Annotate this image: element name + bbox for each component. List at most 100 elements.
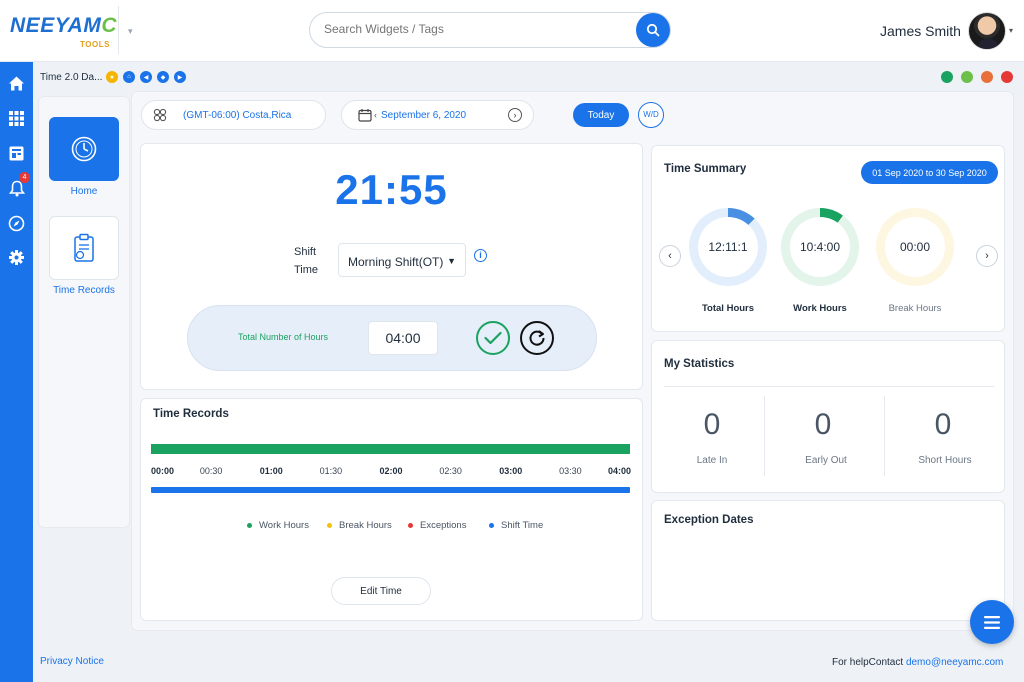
ring-value: 12:11:1	[708, 240, 748, 254]
legend-item: Work Hours	[247, 520, 309, 531]
notification-badge: 4	[19, 172, 30, 183]
search-box	[309, 12, 671, 48]
nav-time-records-label[interactable]: Time Records	[38, 285, 130, 296]
legend-dot	[489, 522, 494, 528]
brand-logo[interactable]: NEEYAMC	[10, 14, 117, 38]
timezone-icon	[153, 108, 167, 122]
week-day-toggle[interactable]: W/D	[638, 102, 664, 128]
ring-label: Break Hours	[888, 303, 942, 314]
legend-dot	[408, 522, 413, 528]
chevron-right-icon[interactable]: ›	[976, 245, 998, 267]
info-icon[interactable]: i	[474, 249, 487, 262]
time-tick: 02:00	[379, 466, 403, 476]
chevron-right-icon[interactable]: ›	[508, 108, 522, 122]
chevron-down-icon[interactable]: ▾	[1009, 26, 1013, 35]
search-input[interactable]	[324, 22, 604, 36]
menu-button[interactable]	[970, 600, 1014, 644]
shift-select-value: Morning Shift(OT)	[348, 255, 444, 269]
confirm-check-icon[interactable]	[476, 321, 510, 355]
early-out-value: 0	[814, 408, 832, 441]
legend-label: Work Hours	[259, 520, 309, 531]
dashboard-icon[interactable]	[7, 144, 26, 163]
privacy-notice-link[interactable]: Privacy Notice	[40, 656, 104, 667]
shift-time-bar	[151, 487, 630, 493]
menu-icon	[984, 615, 1000, 629]
gear-icon[interactable]	[7, 248, 26, 267]
back-icon[interactable]: ◀	[140, 71, 152, 83]
power-icon[interactable]	[1001, 71, 1013, 83]
search-button[interactable]	[636, 13, 670, 47]
late-in-value: 0	[703, 408, 721, 441]
date-range-badge[interactable]: 01 Sep 2020 to 30 Sep 2020	[861, 161, 998, 184]
time-summary-title: Time Summary	[664, 163, 747, 175]
shift-label-line-2: Time	[294, 264, 319, 276]
shift-select[interactable]: Morning Shift(OT) ▼	[338, 243, 466, 277]
time-tick: 02:30	[439, 466, 462, 476]
legend-dot	[247, 522, 252, 528]
user-name[interactable]: James Smith	[880, 23, 961, 39]
brand-logo-sub: TOOLS	[80, 40, 110, 49]
edit-time-button[interactable]: Edit Time	[331, 577, 431, 605]
breadcrumb: Time 2.0 Da...	[40, 72, 103, 83]
timezone-selector[interactable]: (GMT-06:00) Costa,Rica	[141, 100, 326, 130]
summary-ring: 12:11:1	[689, 208, 767, 286]
legend-item: Break Hours	[327, 520, 392, 531]
legend-label: Exceptions	[420, 520, 467, 531]
ring-value: 00:00	[899, 240, 931, 254]
top-bar: NEEYAMC TOOLS ▾ James Smith ▾	[0, 0, 1024, 62]
time-tick: 04:00	[608, 466, 632, 476]
time-tick: 03:30	[559, 466, 582, 476]
help-icon[interactable]	[961, 71, 973, 83]
short-hours-value: 0	[934, 408, 952, 441]
chevron-down-icon[interactable]: ▾	[128, 26, 133, 37]
search-icon	[646, 23, 660, 37]
home-icon[interactable]: ⌂	[123, 71, 135, 83]
early-out-label: Early Out	[805, 455, 847, 466]
help-contact: For helpContact demo@neeyamc.com	[832, 657, 1003, 668]
date-selector[interactable]: ‹ September 6, 2020 ›	[341, 100, 534, 130]
reset-icon[interactable]	[520, 321, 554, 355]
avatar[interactable]	[968, 12, 1006, 50]
legend-label: Break Hours	[339, 520, 392, 531]
summary-ring: 10:4:00	[781, 208, 859, 286]
forward-icon[interactable]: ▶	[174, 71, 186, 83]
chevron-left-icon[interactable]: ‹	[659, 245, 681, 267]
calendar-icon	[358, 109, 372, 122]
time-tick: 01:30	[319, 466, 343, 476]
short-hours-label: Short Hours	[918, 455, 972, 466]
total-hours-input[interactable]: 04:00	[368, 321, 438, 355]
total-hours-label: Total Number of Hours	[238, 332, 329, 342]
help-email-link[interactable]: demo@neeyamc.com	[906, 657, 1003, 668]
caret-down-icon: ▼	[447, 256, 456, 266]
statistics-title: My Statistics	[664, 358, 735, 370]
work-hours-bar	[151, 444, 630, 454]
legend-item: Shift Time	[489, 520, 543, 531]
legend-dot	[327, 522, 332, 528]
exception-dates-title: Exception Dates	[664, 514, 754, 526]
clipboard-icon	[74, 233, 94, 262]
nav-home-card[interactable]	[49, 117, 119, 181]
sub-toolbar: Time 2.0 Da... ★ ⌂ ◀ ◆ ▶	[33, 68, 1024, 90]
summary-ring: 00:00	[876, 208, 954, 286]
late-in-label: Late In	[696, 455, 728, 466]
refresh-icon[interactable]: ◆	[157, 71, 169, 83]
chevron-left-icon[interactable]: ‹	[374, 110, 377, 120]
logo-divider	[118, 6, 119, 54]
legend-item: Exceptions	[408, 520, 466, 531]
divider	[664, 386, 994, 387]
time-tick: 00:30	[199, 466, 223, 476]
home-icon[interactable]	[7, 74, 26, 93]
compass-icon[interactable]	[7, 214, 26, 233]
today-button[interactable]: Today	[573, 103, 629, 127]
grid-icon[interactable]	[7, 109, 26, 128]
minimize-icon[interactable]	[981, 71, 993, 83]
globe-icon[interactable]	[941, 71, 953, 83]
ring-label: Total Hours	[701, 303, 755, 314]
star-icon[interactable]: ★	[106, 71, 118, 83]
nav-time-records-card[interactable]	[49, 216, 119, 280]
current-time: 21:55	[335, 166, 448, 213]
clock-icon	[71, 136, 97, 162]
date-value: September 6, 2020	[381, 109, 467, 121]
legend-label: Shift Time	[501, 520, 544, 531]
nav-home-label[interactable]: Home	[38, 186, 130, 197]
